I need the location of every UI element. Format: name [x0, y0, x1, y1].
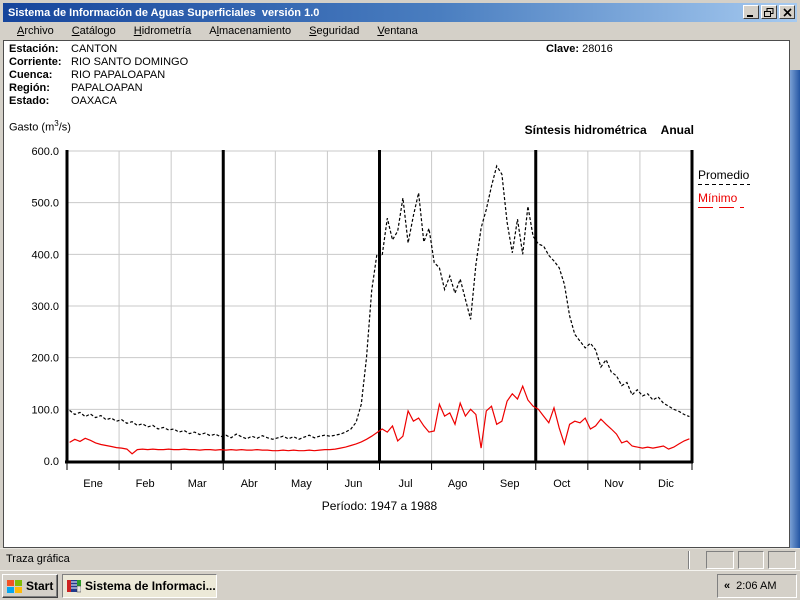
month-label: Sep [500, 478, 520, 490]
minimize-button[interactable] [743, 5, 759, 19]
status-message: Traza gráfica [6, 553, 70, 565]
tray-chevron-button[interactable]: « [724, 580, 730, 592]
month-label: Ago [448, 478, 468, 490]
menu-catalogo[interactable]: Catálogo [63, 23, 125, 39]
minimo-line-sample [698, 207, 744, 209]
month-label: May [291, 478, 312, 490]
month-label: Feb [136, 478, 155, 490]
month-label: Jul [399, 478, 413, 490]
screen: { "window": { "title": "Sistema de Infor… [0, 0, 800, 600]
status-panel-2 [738, 551, 764, 569]
minimize-icon [747, 14, 753, 17]
window-title: Sistema de Información de Aguas Superfic… [8, 6, 320, 19]
taskbar-task-sistema[interactable]: Sistema de Informaci... [62, 574, 217, 598]
month-label: Dic [658, 478, 674, 490]
menu-bar: Archivo Catálogo Hidrometría Almacenamie… [3, 22, 797, 40]
restore-icon [764, 7, 774, 17]
month-label: Ene [83, 478, 103, 490]
title-bar: Sistema de Información de Aguas Superfic… [3, 3, 797, 22]
status-bar: Traza gráfica [0, 548, 800, 570]
month-label: Mar [188, 478, 207, 490]
close-icon [782, 7, 792, 17]
period-label: Período: 1947 a 1988 [321, 499, 438, 513]
chart-legend: Promedio Mínimo [698, 168, 786, 214]
desktop-background-strip [790, 70, 800, 548]
y-tick-label: 500.0 [31, 198, 59, 210]
close-button[interactable] [779, 5, 795, 19]
menu-ventana[interactable]: Ventana [368, 23, 426, 39]
month-label: Nov [604, 478, 624, 490]
y-tick-label: 400.0 [31, 249, 59, 261]
promedio-line-sample [698, 184, 750, 186]
status-panel-1 [706, 551, 734, 569]
menu-archivo[interactable]: Archivo [8, 23, 63, 39]
month-label: Jun [345, 478, 363, 490]
menu-seguridad[interactable]: Seguridad [300, 23, 368, 39]
system-tray: « 2:06 AM [717, 574, 797, 598]
taskbar: Start Sistema de Informaci... « 2:06 AM [0, 570, 800, 600]
app-icon [67, 580, 81, 593]
menu-almacenamiento[interactable]: Almacenamiento [200, 23, 300, 39]
month-label: Oct [553, 478, 570, 490]
windows-logo-icon [7, 579, 22, 593]
restore-button[interactable] [761, 5, 777, 19]
window-controls [743, 5, 795, 19]
y-tick-label: 0.0 [44, 456, 59, 468]
legend-promedio: Promedio [698, 168, 786, 186]
status-divider [688, 551, 690, 569]
y-tick-label: 200.0 [31, 353, 59, 365]
y-tick-label: 300.0 [31, 301, 59, 313]
y-tick-label: 100.0 [31, 404, 59, 416]
month-label: Abr [241, 478, 258, 490]
y-tick-label: 600.0 [31, 146, 59, 158]
client-area: Estación: CANTON Corriente: RIO SANTO DOMI… [3, 40, 790, 548]
menu-hidrometria[interactable]: Hidrometría [125, 23, 200, 39]
taskbar-clock: 2:06 AM [736, 580, 777, 592]
start-button[interactable]: Start [2, 574, 58, 598]
legend-minimo: Mínimo [698, 191, 786, 209]
status-panel-3 [768, 551, 796, 569]
hydrograph-chart: 0.0 100.0 200.0 300.0 400.0 500.0 600.0 Ene Feb M… [31, 146, 694, 490]
